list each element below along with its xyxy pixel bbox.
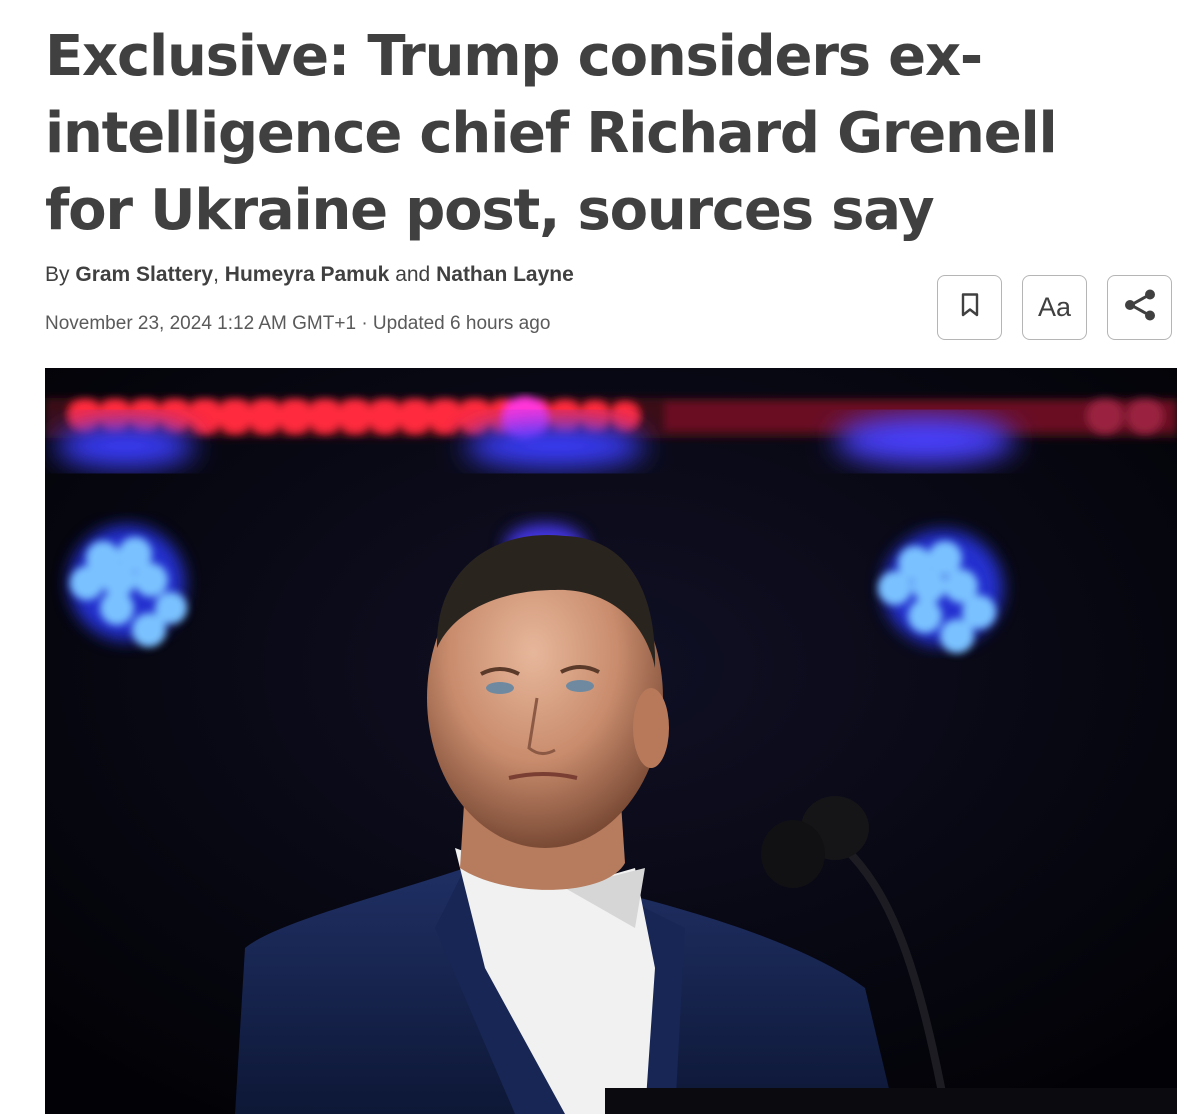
author-link-humeyra-pamuk[interactable]: Humeyra Pamuk: [225, 263, 390, 286]
share-button[interactable]: [1107, 275, 1172, 340]
hero-photo: [45, 368, 1177, 1114]
author-link-gram-slattery[interactable]: Gram Slattery: [75, 263, 213, 286]
byline: By Gram Slattery, Humeyra Pamuk and Nath…: [45, 263, 574, 287]
byline-separator: ,: [213, 263, 219, 286]
text-size-button[interactable]: Aa: [1022, 275, 1087, 340]
share-icon: [1122, 288, 1158, 327]
article-headline: Exclusive: Trump considers ex-intelligen…: [45, 24, 1058, 243]
dateline: November 23, 2024 1:12 AM GMT+1 · Update…: [45, 313, 550, 335]
bookmark-button[interactable]: [937, 275, 1002, 340]
bookmark-icon: [961, 293, 979, 322]
publish-date: November 23, 2024 1:12 AM GMT+1: [45, 313, 357, 334]
article-tools: Aa: [937, 275, 1172, 340]
author-link-nathan-layne[interactable]: Nathan Layne: [436, 263, 574, 286]
text-size-label: Aa: [1037, 292, 1072, 322]
byline-conjunction: and: [395, 263, 431, 286]
byline-prefix: By: [45, 263, 70, 286]
updated-time: · Updated 6 hours ago: [361, 313, 551, 334]
